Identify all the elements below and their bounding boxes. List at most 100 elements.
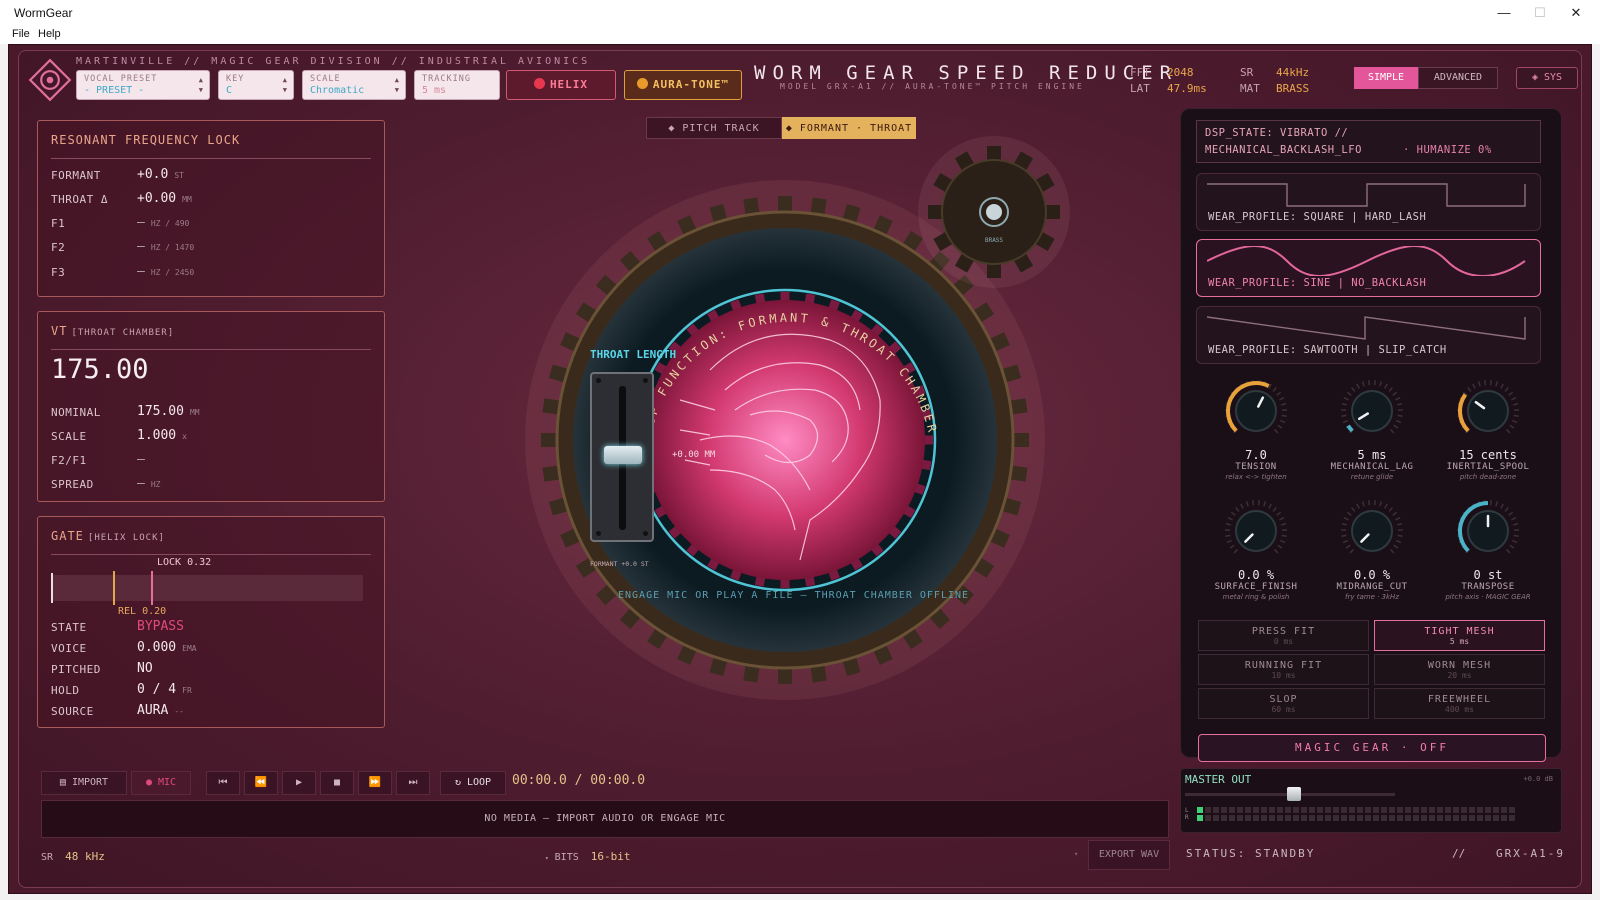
meter-segment [1205,815,1211,821]
meter-segment [1405,815,1411,821]
knob-name: TENSION [1235,462,1277,472]
resonant-title: RESONANT FREQUENCY LOCK [51,133,241,147]
master-out-title: MASTER OUT [1185,773,1252,786]
master-volume-track[interactable] [1185,787,1395,801]
knob-inertial-spool[interactable]: 15 cents INERTIAL_SPOOL pitch dead-zone [1428,378,1548,481]
knob-surface-finish[interactable]: 0.0 % SURFACE_FINISH metal ring & polish [1196,498,1316,601]
formant-key: FORMANT [51,169,101,182]
knob-dial-icon[interactable] [1453,498,1523,564]
auratone-button[interactable]: AURA-TONE™ [624,70,742,100]
knob-transpose[interactable]: 0 st TRANSPOSE pitch axis · MAGIC GEAR [1428,498,1548,601]
wear-profile-sine[interactable]: WEAR_PROFILE: SINE | NO_BACKLASH [1196,239,1541,297]
meter-segment [1349,815,1355,821]
spread-value: — HZ [137,476,161,491]
scale-select[interactable]: SCALE Chromatic ▲ ▼ [302,70,406,100]
knob-dial-icon[interactable] [1453,378,1523,444]
scale-value: Chromatic [310,85,365,96]
vocal-preset-select[interactable]: VOCAL PRESET - PRESET - ▲ ▼ [76,70,210,100]
gate-meter [51,571,363,605]
magic-gear-button[interactable]: MAGIC GEAR · OFF [1198,734,1546,762]
meter-segment [1485,807,1491,813]
lat-key: LAT [1130,82,1150,95]
source-value: AURA -- [137,703,184,718]
knob-name: SURFACE_FINISH [1214,582,1298,592]
meter-segment [1333,815,1339,821]
meter-segment [1461,807,1467,813]
fit-worn-mesh-button[interactable]: WORN MESH 20 ms [1374,654,1545,685]
meter-segment [1485,815,1491,821]
meter-segment [1509,815,1515,821]
bits-select[interactable]: ▾ BITS 16-bit [545,850,631,863]
tab-pitch-track[interactable]: ◆ PITCH TRACK [646,117,782,139]
fit-tight-mesh-button[interactable]: TIGHT MESH 5 ms [1374,620,1545,651]
knob-mechanical-lag[interactable]: 5 ms MECHANICAL_LAG retune glide [1312,378,1432,481]
loop-button[interactable]: ↻ LOOP [440,771,506,795]
mode-advanced-button[interactable]: ADVANCED [1418,67,1498,89]
f1-value: — HZ / 490 [137,215,190,230]
stop-button[interactable]: ■ [320,771,354,795]
tracking-input[interactable]: TRACKING 5 ms [414,70,500,100]
gate-rel-label: REL 0.20 [118,606,167,617]
export-wav-button[interactable]: EXPORT WAV [1088,840,1170,870]
rewind-button[interactable]: ⏪ [244,771,278,795]
scale-key: SCALE [51,430,87,443]
knob-dial-icon[interactable] [1221,498,1291,564]
vt-title: VT [THROAT CHAMBER] [51,324,175,338]
knob-dial-icon[interactable] [1337,378,1407,444]
meter-segment [1389,815,1395,821]
meter-segment [1357,815,1363,821]
knob-hint: fry tame · 3kHz [1345,593,1399,601]
menu-help[interactable]: Help [38,28,61,40]
sys-button[interactable]: ◈ SYS [1516,67,1578,89]
meter-segment [1229,815,1235,821]
fast-forward-button[interactable]: ⏩ [358,771,392,795]
fit-running-fit-button[interactable]: RUNNING FIT 10 ms [1198,654,1369,685]
media-waveform-area[interactable]: NO MEDIA — IMPORT AUDIO OR ENGAGE MIC [41,800,1169,838]
fit-slop-button[interactable]: SLOP 60 ms [1198,688,1369,719]
meter-segment [1509,807,1515,813]
skip-start-button[interactable]: ⏮ [206,771,240,795]
vt-big-value: 175.00 [51,354,149,385]
fit-freewheel-button[interactable]: FREEWHEEL 400 ms [1374,688,1545,719]
play-button[interactable]: ▶ [282,771,316,795]
meter-segment [1477,815,1483,821]
meter-segment [1221,807,1227,813]
meter-segment [1381,815,1387,821]
close-button[interactable]: ✕ [1558,2,1594,24]
knob-midrange-cut[interactable]: 0.0 % MIDRANGE_CUT fry tame · 3kHz [1312,498,1432,601]
knob-dial-icon[interactable] [1337,498,1407,564]
skip-end-button[interactable]: ⏭ [396,771,430,795]
key-select[interactable]: KEY C ▲ ▼ [218,70,294,100]
throat-length-slider[interactable] [590,372,654,542]
meter-segment [1493,807,1499,813]
meter-segment [1253,807,1259,813]
gate-rel-marker[interactable] [113,571,116,605]
minimize-button[interactable]: — [1486,2,1522,24]
fit-name: WORN MESH [1427,660,1492,671]
master-volume-thumb[interactable] [1287,787,1302,801]
knob-dial-icon[interactable] [1221,378,1291,444]
meter-segment [1229,807,1235,813]
maximize-button[interactable]: ☐ [1522,2,1558,24]
gate-lock-marker[interactable] [150,571,153,605]
slider-thumb[interactable] [604,446,642,464]
fft-key: FFT [1130,66,1150,79]
meter-segment [1325,815,1331,821]
knob-tension[interactable]: 7.0 TENSION relax <-> tighten [1196,378,1316,481]
meter-segment [1245,815,1251,821]
helix-button[interactable]: HELIX [506,70,616,100]
menu-file[interactable]: File [12,28,30,40]
wear-profile-square[interactable]: WEAR_PROFILE: SQUARE | HARD_LASH [1196,173,1541,231]
fast-forward-icon: ⏩ [368,777,382,788]
fit-press-fit-button[interactable]: PRESS FIT 0 ms [1198,620,1369,651]
tab-formant-throat[interactable]: ◆ FORMANT · THROAT [782,117,916,139]
formant-readout: FORMANT +0.0 ST [590,560,649,568]
pitched-value: NO [137,661,153,676]
import-button[interactable]: ▤ IMPORT [41,771,127,795]
app-title: WORM GEAR SPEED REDUCER [754,62,1179,84]
mode-simple-button[interactable]: SIMPLE [1354,67,1418,89]
meter-segment [1253,815,1259,821]
wear-profile-sawtooth[interactable]: WEAR_PROFILE: SAWTOOTH | SLIP_CATCH [1196,306,1541,364]
wear-square-label: WEAR_PROFILE: SQUARE | HARD_LASH [1208,211,1427,223]
mic-button[interactable]: ● MIC [131,771,191,795]
